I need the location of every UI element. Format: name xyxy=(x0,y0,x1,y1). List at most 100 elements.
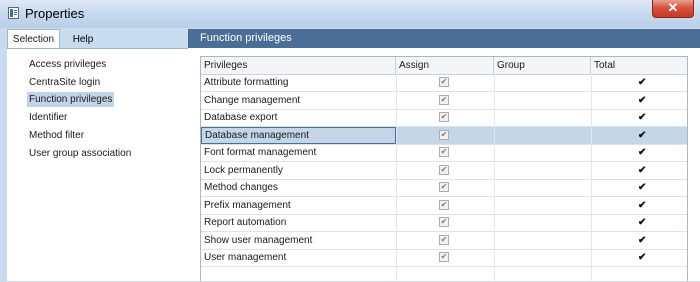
privilege-name: Report automation xyxy=(204,217,287,228)
right-panel: Function privileges Privileges Assign Gr… xyxy=(188,29,700,282)
checkmark-icon: ✔ xyxy=(638,77,647,88)
group-cell xyxy=(494,74,591,91)
properties-window: Properties ✕ Selection Help Access privi… xyxy=(0,0,700,282)
privilege-name: Database export xyxy=(204,112,278,123)
assign-checkbox[interactable]: ✔ xyxy=(439,182,449,192)
window-title: Properties xyxy=(25,6,85,21)
assign-checkbox[interactable]: ✔ xyxy=(439,252,449,262)
total-cell: ✔ xyxy=(591,144,687,161)
assign-cell: ✔ xyxy=(396,144,494,161)
nav-item-identifier[interactable]: Identifier xyxy=(27,110,69,125)
column-header-privileges[interactable]: Privileges xyxy=(201,57,396,74)
nav-item-user-group-association[interactable]: User group association xyxy=(27,146,133,161)
table-row[interactable]: Font format management ✔ ✔ xyxy=(201,144,687,162)
group-cell xyxy=(494,214,591,231)
table-row[interactable]: Database export ✔ ✔ xyxy=(201,109,687,127)
table-header: Privileges Assign Group Total xyxy=(201,57,687,75)
group-cell xyxy=(494,232,591,249)
checkmark-icon: ✔ xyxy=(638,217,647,228)
column-header-assign[interactable]: Assign xyxy=(396,57,494,74)
group-cell xyxy=(494,127,591,144)
table-row[interactable]: Report automation ✔ ✔ xyxy=(201,214,687,232)
assign-cell: ✔ xyxy=(396,249,494,266)
total-cell: ✔ xyxy=(591,214,687,231)
assign-checkbox[interactable]: ✔ xyxy=(439,164,449,175)
privilege-name: Prefix management xyxy=(204,199,291,211)
privilege-name: Change management xyxy=(204,94,301,106)
tab-selection[interactable]: Selection xyxy=(7,29,60,48)
table-row[interactable]: Database management ✔ ✔ xyxy=(201,126,687,145)
group-cell xyxy=(494,179,591,196)
assign-cell: ✔ xyxy=(396,214,494,231)
total-cell: ✔ xyxy=(591,179,687,196)
privilege-name: Lock permanently xyxy=(204,164,283,176)
assign-checkbox[interactable]: ✔ xyxy=(439,217,449,227)
table-row[interactable]: Change management ✔ ✔ xyxy=(201,92,687,110)
checkmark-icon: ✔ xyxy=(638,94,647,106)
privilege-name: Method changes xyxy=(204,182,278,193)
assign-checkbox[interactable]: ✔ xyxy=(439,147,449,157)
assign-cell: ✔ xyxy=(396,92,494,109)
group-cell xyxy=(494,162,591,179)
assign-checkbox[interactable]: ✔ xyxy=(439,199,449,210)
privilege-name: Attribute formatting xyxy=(204,77,289,88)
assign-checkbox[interactable]: ✔ xyxy=(439,77,449,87)
nav-item-function-privileges[interactable]: Function privileges xyxy=(27,92,115,108)
total-cell: ✔ xyxy=(591,197,687,214)
properties-nav-list: Access privileges CentraSite login Functio… xyxy=(7,48,188,159)
total-cell: ✔ xyxy=(591,162,687,179)
nav-item-method-filter[interactable]: Method filter xyxy=(27,128,86,143)
total-cell: ✔ xyxy=(591,232,687,249)
section-header: Function privileges xyxy=(188,29,700,48)
assign-cell: ✔ xyxy=(396,197,494,214)
column-header-total[interactable]: Total xyxy=(591,57,687,74)
group-cell xyxy=(494,109,591,126)
checkmark-icon: ✔ xyxy=(638,147,647,158)
table-row[interactable]: Method changes ✔ ✔ xyxy=(201,179,687,197)
assign-cell: ✔ xyxy=(396,232,494,249)
table-row[interactable]: Prefix management ✔ ✔ xyxy=(201,197,687,215)
table-row[interactable]: User management ✔ ✔ xyxy=(201,249,687,267)
assign-cell: ✔ xyxy=(396,109,494,126)
nav-item-centrasite-login[interactable]: CentraSite login xyxy=(27,75,102,90)
privileges-table: Privileges Assign Group Total Attribute … xyxy=(200,56,688,282)
tab-help[interactable]: Help xyxy=(63,31,103,48)
group-cell xyxy=(494,92,591,109)
total-cell: ✔ xyxy=(591,74,687,91)
checkmark-icon: ✔ xyxy=(638,112,647,123)
assign-cell: ✔ xyxy=(396,127,494,144)
table-row[interactable]: Lock permanently ✔ ✔ xyxy=(201,162,687,180)
column-header-group[interactable]: Group xyxy=(494,57,591,74)
table-row[interactable]: Show user management ✔ ✔ xyxy=(201,232,687,250)
privilege-name: Font format management xyxy=(204,147,317,158)
privilege-name: Database management xyxy=(201,126,396,144)
column-divider xyxy=(591,74,592,282)
close-button[interactable]: ✕ xyxy=(652,0,694,18)
column-divider xyxy=(494,74,495,282)
table-row[interactable]: Attribute formatting ✔ ✔ xyxy=(201,74,687,92)
left-panel: Selection Help Access privileges CentraSi… xyxy=(7,29,189,281)
total-cell: ✔ xyxy=(591,92,687,109)
checkmark-icon: ✔ xyxy=(638,252,647,263)
nav-item-access-privileges[interactable]: Access privileges xyxy=(27,57,108,72)
privilege-name: User management xyxy=(204,252,287,263)
properties-window-icon xyxy=(8,7,19,19)
assign-checkbox[interactable]: ✔ xyxy=(439,112,449,122)
tab-strip: Selection Help xyxy=(7,29,188,48)
assign-cell: ✔ xyxy=(396,74,494,91)
assign-cell: ✔ xyxy=(396,179,494,196)
privilege-name: Show user management xyxy=(204,234,313,246)
group-cell xyxy=(494,144,591,161)
total-cell: ✔ xyxy=(591,127,687,144)
group-cell xyxy=(494,197,591,214)
assign-checkbox[interactable]: ✔ xyxy=(439,129,449,140)
assign-checkbox[interactable]: ✔ xyxy=(439,234,449,245)
column-divider xyxy=(396,74,397,282)
assign-checkbox[interactable]: ✔ xyxy=(439,94,449,105)
checkmark-icon: ✔ xyxy=(638,164,647,176)
checkmark-icon: ✔ xyxy=(638,129,647,141)
total-cell: ✔ xyxy=(591,109,687,126)
group-cell xyxy=(494,249,591,266)
checkmark-icon: ✔ xyxy=(638,199,647,211)
title-bar[interactable]: Properties ✕ xyxy=(0,0,700,28)
